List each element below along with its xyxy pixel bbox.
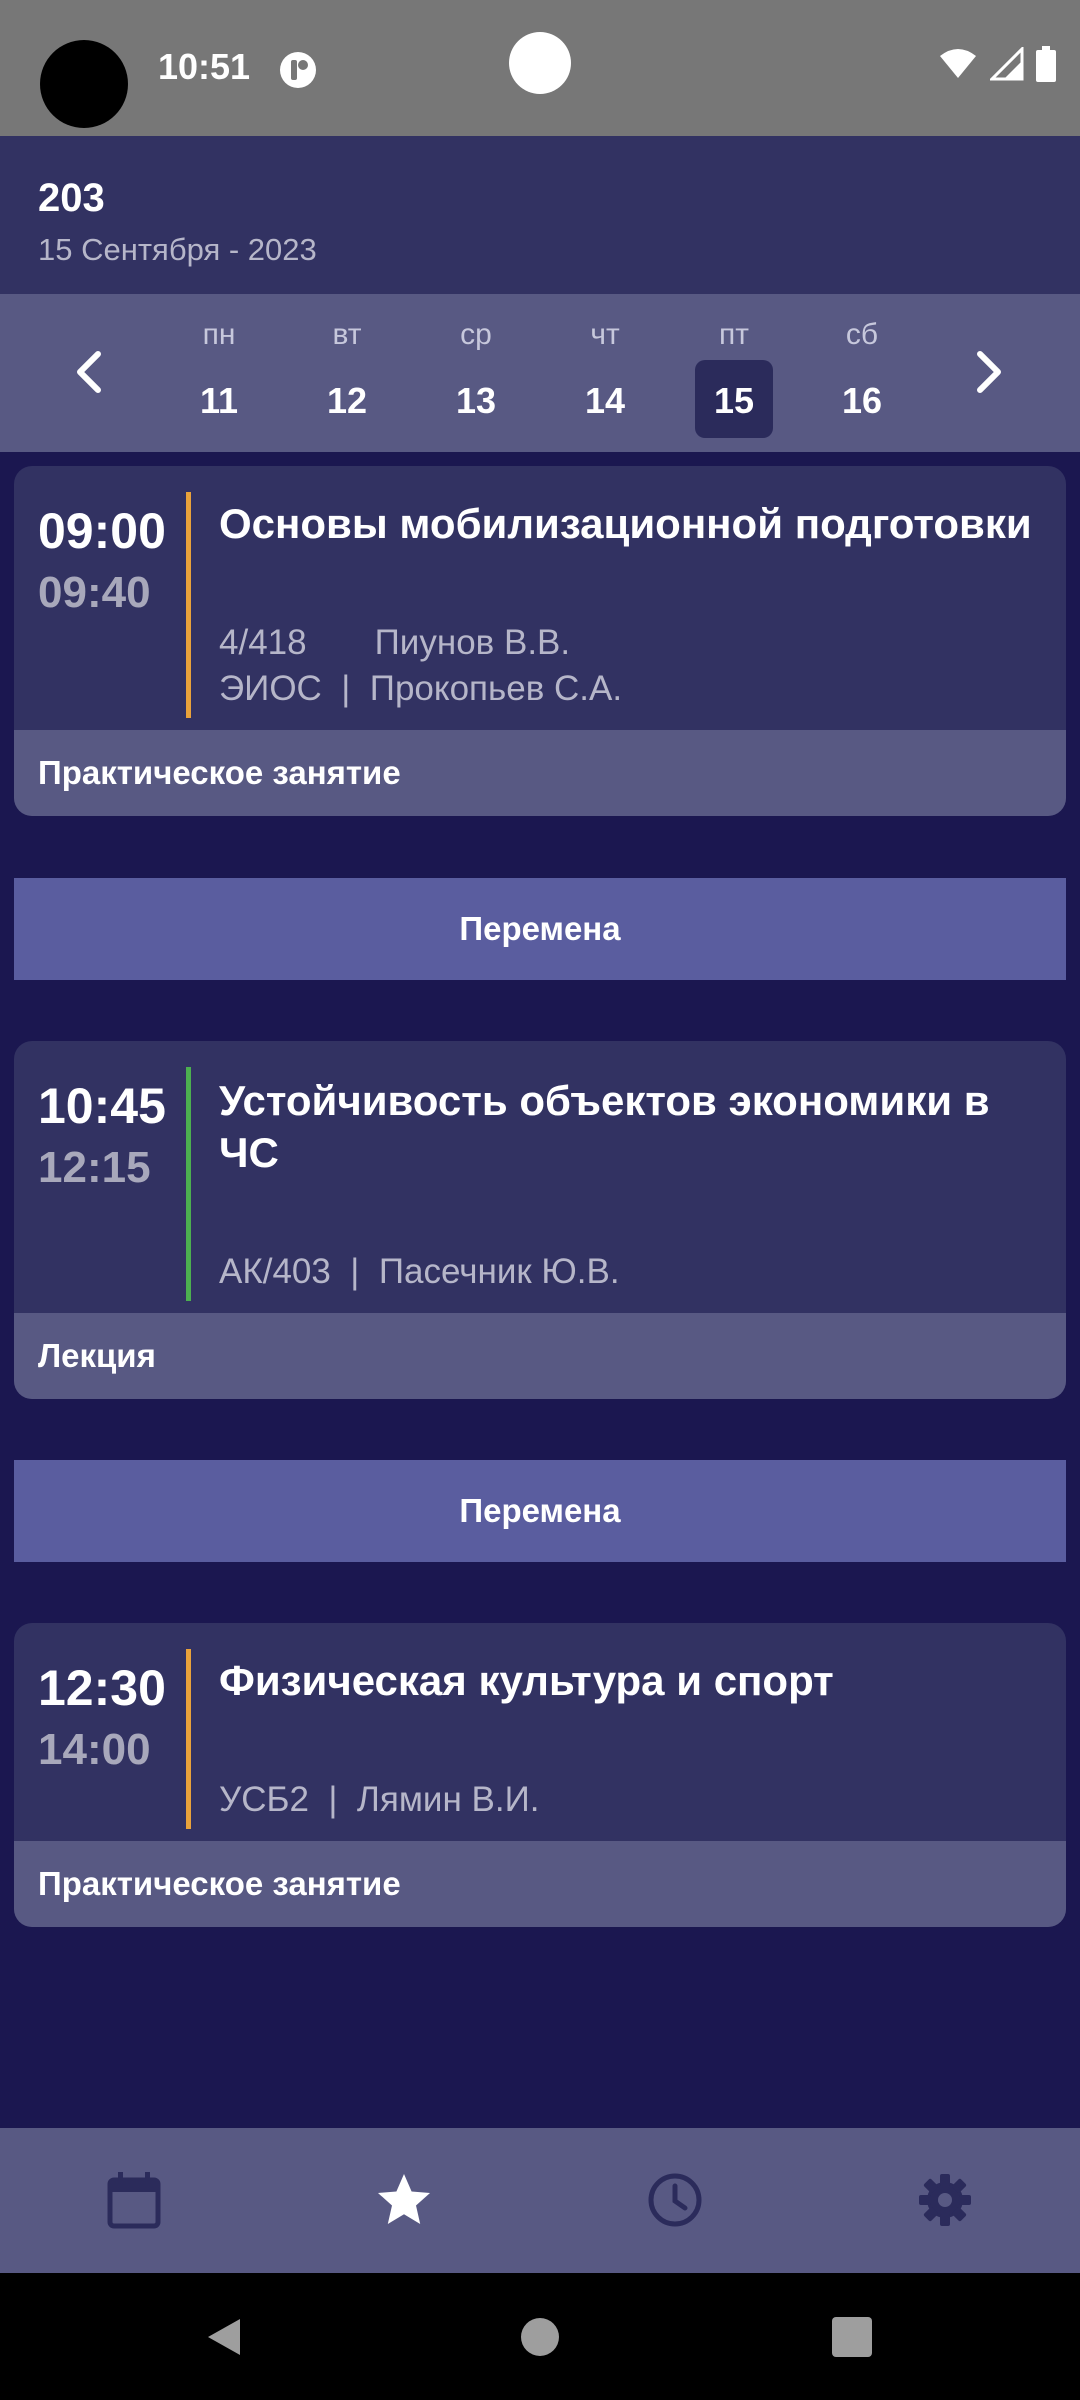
lesson-card[interactable]: 10:45 12:15 Устойчивость объектов эконом…: [14, 1041, 1066, 1399]
lesson-accent-bar: [186, 492, 191, 718]
lesson-title: Физическая культура и спорт: [219, 1657, 834, 1704]
lesson-start-time: 12:30: [38, 1660, 166, 1716]
star-icon[interactable]: [372, 2168, 436, 2232]
break-banner: Перемена: [14, 1460, 1066, 1562]
home-icon[interactable]: [516, 2313, 564, 2361]
day-mon[interactable]: пн 11: [180, 294, 258, 452]
app-screen: 10:51 203 15 Сентября - 2023 пн 11 вт 12…: [0, 0, 1080, 2400]
lesson-type: Практическое занятие: [14, 1841, 1066, 1927]
settings-icon[interactable]: [913, 2168, 977, 2232]
lesson-start-time: 10:45: [38, 1078, 166, 1134]
day-tue[interactable]: вт 12: [308, 294, 386, 452]
lesson-title: Основы мобилизационной подготовки: [219, 500, 1032, 547]
lesson-room-teacher-2: ЭИОС | Прокопьев С.А.: [219, 669, 623, 708]
lesson-end-time: 14:00: [38, 1725, 151, 1774]
break-banner: Перемена: [14, 878, 1066, 980]
chevron-right-icon[interactable]: [958, 342, 1018, 402]
calendar-icon[interactable]: [102, 2168, 166, 2232]
lesson-end-time: 12:15: [38, 1143, 151, 1192]
lesson-room-teacher: 4/418 Пиунов В.В.: [219, 623, 571, 662]
lesson-accent-bar: [186, 1649, 191, 1829]
wifi-icon: [940, 49, 976, 78]
lesson-type: Лекция: [14, 1313, 1066, 1399]
lesson-start-time: 09:00: [38, 503, 166, 559]
chevron-left-icon[interactable]: [60, 342, 120, 402]
battery-icon: [1036, 46, 1056, 82]
camera-cutout: [40, 40, 128, 128]
lesson-card[interactable]: 09:00 09:40 Основы мобилизационной подго…: [14, 466, 1066, 816]
week-selector: пн 11 вт 12 ср 13 чт 14 пт 15 сб 16: [0, 294, 1080, 452]
day-wed[interactable]: ср 13: [437, 294, 515, 452]
status-bar: 10:51: [0, 0, 1080, 136]
back-icon[interactable]: [200, 2313, 248, 2361]
lesson-card[interactable]: 12:30 14:00 Физическая культура и спорт …: [14, 1623, 1066, 1927]
lesson-room-teacher: АК/403 | Пасечник Ю.В.: [219, 1252, 620, 1291]
day-thu[interactable]: чт 14: [566, 294, 644, 452]
bottom-navigation: [0, 2128, 1080, 2273]
lesson-end-time: 09:40: [38, 568, 151, 617]
front-sensor: [509, 32, 571, 94]
lesson-title: Устойчивость объектов экономики в ЧС: [219, 1077, 990, 1176]
recents-icon[interactable]: [828, 2313, 876, 2361]
clock-icon[interactable]: [643, 2168, 707, 2232]
signal-icon: [990, 47, 1024, 81]
system-navigation-bar: [0, 2273, 1080, 2400]
header: 203 15 Сентября - 2023: [0, 136, 1080, 294]
group-title: 203: [38, 176, 105, 220]
day-fri-selected[interactable]: пт 15: [695, 294, 773, 452]
current-date: 15 Сентября - 2023: [38, 232, 317, 267]
lesson-type: Практическое занятие: [14, 730, 1066, 816]
status-icons: [938, 46, 1056, 82]
day-sat[interactable]: сб 16: [823, 294, 901, 452]
lesson-room-teacher: УСБ2 | Лямин В.И.: [219, 1780, 540, 1819]
notification-icon: [280, 52, 316, 88]
status-time: 10:51: [158, 46, 251, 87]
lesson-accent-bar: [186, 1067, 191, 1301]
